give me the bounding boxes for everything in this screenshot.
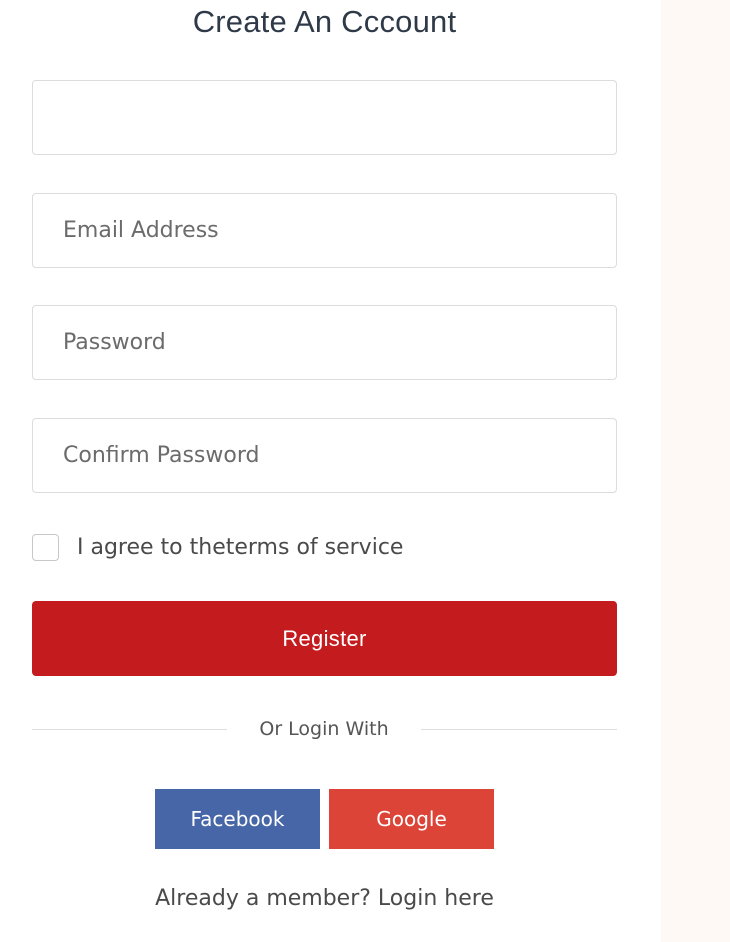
register-button[interactable]: Register — [32, 601, 617, 676]
login-divider: Or Login With — [32, 716, 617, 746]
divider-line-right — [421, 729, 617, 730]
page-title: Create An Cccount — [192, 4, 457, 39]
terms-row: I agree to theterms of service — [32, 531, 403, 563]
divider-line-left — [32, 729, 227, 730]
name-field[interactable] — [32, 80, 617, 155]
email-field[interactable] — [32, 193, 617, 268]
password-field[interactable] — [32, 305, 617, 380]
confirm-password-field[interactable] — [32, 418, 617, 493]
google-login-button[interactable]: Google — [329, 789, 494, 849]
login-link[interactable]: Already a member? Login here — [32, 886, 617, 911]
facebook-login-button[interactable]: Facebook — [155, 789, 320, 849]
side-panel — [661, 0, 730, 942]
divider-text: Or Login With — [259, 718, 389, 740]
terms-label[interactable]: I agree to theterms of service — [77, 535, 403, 560]
terms-checkbox[interactable] — [32, 533, 59, 561]
signup-page: Create An Cccount I agree to theterms of… — [0, 0, 730, 942]
